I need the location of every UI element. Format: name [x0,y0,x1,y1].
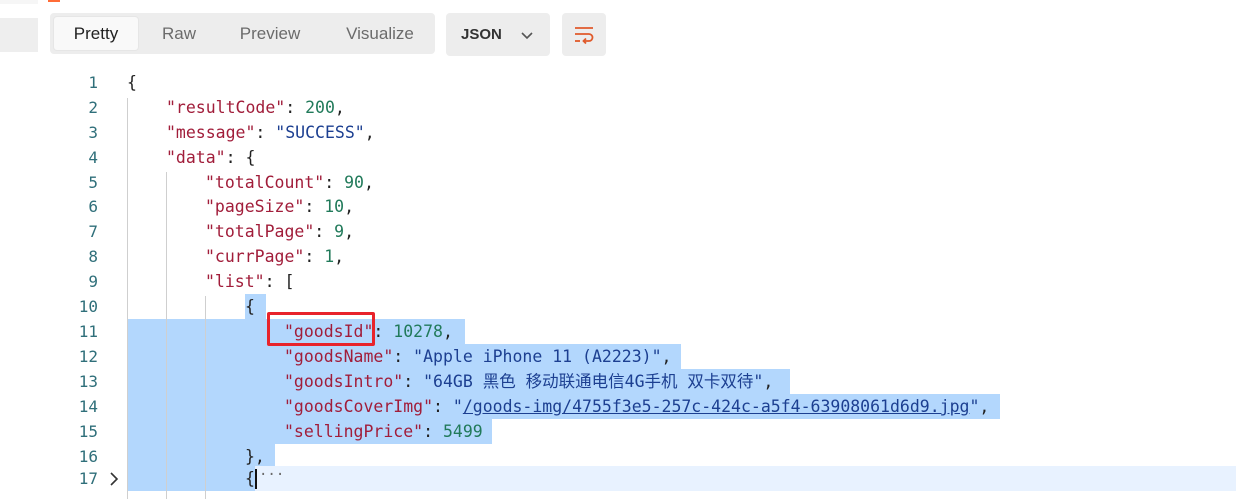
tab-pretty[interactable]: Pretty [54,17,138,50]
line-number: 15 [78,422,98,441]
json-key: "resultCode" [166,98,286,117]
annotation-box [267,312,375,346]
json-value: 200 [305,98,335,117]
line-number: 9 [88,272,98,291]
json-value: 90 [344,173,364,192]
code-text: "list": [ [205,269,294,294]
json-value: 1 [324,247,335,266]
format-select-label: JSON [461,26,502,43]
code-text: "resultCode": 200, [166,98,345,117]
line-number: 2 [88,98,98,117]
text-cursor [255,469,257,489]
json-key: "message" [166,123,256,142]
response-view-tabs: Pretty Raw Preview Visualize [50,13,435,54]
code-line: 4 "data": { [0,145,1236,170]
json-key: "totalCount" [205,173,325,192]
line-number: 12 [78,347,98,366]
json-key: "sellingPrice" [284,422,424,441]
code-text: "goodsCoverImg": "/goods-img/4755f3e5-25… [284,397,990,416]
json-key: "currPage" [205,247,305,266]
collapsed-ellipsis[interactable]: ··· [259,467,284,483]
code-editor[interactable]: 1 { 2 "resultCode": 200, 3 "message": "S… [0,70,1236,499]
json-key: "totalPage" [205,222,315,241]
code-text: "goodsName": "Apple iPhone 11 (A2223)", [284,347,672,366]
json-key: "goodsCoverImg" [284,397,434,416]
gutter-accent [0,0,38,4]
line-number: 14 [78,397,98,416]
code-text: "message": "SUCCESS", [166,123,375,142]
line-number: 11 [78,322,98,341]
tab-raw[interactable]: Raw [146,17,212,50]
json-value: 5499 [442,422,483,441]
json-key: "list" [205,272,265,291]
code-text: "data": { [166,145,255,170]
code-line: 7 "totalPage": 9, [0,219,1236,244]
line-number: 7 [88,222,98,241]
code-text: { [245,297,255,316]
json-key: "goodsIntro" [284,372,404,391]
code-text: "goodsIntro": "64GB 黑色 移动联通电信4G手机 双卡双待", [284,372,774,391]
json-key: "data" [166,148,226,167]
code-text: "currPage": 1, [205,247,345,266]
code-line: 13 "goodsIntro": "64GB 黑色 移动联通电信4G手机 双卡双… [0,369,1236,394]
code-text: { [245,469,255,488]
code-text: "pageSize": 10, [205,197,355,216]
code-text: "totalPage": 9, [205,222,355,241]
tab-visualize[interactable]: Visualize [330,17,430,50]
line-number: 8 [88,247,98,266]
punctuation: : { [225,148,256,167]
active-indicator [48,0,60,2]
tab-preview[interactable]: Preview [222,17,318,50]
format-select[interactable]: JSON [446,13,550,56]
json-value: "Apple iPhone 11 (A2223)" [413,347,662,366]
json-key: "goodsName" [284,347,394,366]
code-line: 15 "sellingPrice": 5499 [0,419,1236,444]
code-line: 3 "message": "SUCCESS", [0,120,1236,145]
punctuation: : [ [264,272,295,291]
quote: " [452,397,463,416]
code-line: 5 "totalCount": 90, [0,170,1236,195]
code-line: 11 "goodsId": 10278, [0,319,1236,344]
code-line: 6 "pageSize": 10, [0,194,1236,219]
json-value: 10 [324,197,345,216]
line-number: 17 [78,469,98,488]
line-number: 3 [88,123,98,142]
code-line: 1 { [0,70,1236,95]
chevron-right-icon[interactable] [108,472,120,486]
line-number: 10 [78,297,98,316]
code-line: 9 "list": [ [0,269,1236,294]
code-line: 17 { [0,466,1236,491]
code-text: "sellingPrice": 5499 [284,422,483,441]
code-line: 14 "goodsCoverImg": "/goods-img/4755f3e5… [0,394,1236,419]
quote: " [969,397,980,416]
code-line: 2 "resultCode": 200, [0,95,1236,120]
json-value: "SUCCESS" [275,123,365,142]
line-number: 5 [88,173,98,192]
json-value: "64GB 黑色 移动联通电信4G手机 双卡双待" [423,372,764,391]
json-key: "pageSize" [205,197,305,216]
code-text: { [127,73,137,92]
json-value: 10278 [393,322,443,341]
code-line: 8 "currPage": 1, [0,244,1236,269]
line-number: 4 [88,148,98,167]
line-number: 13 [78,372,98,391]
code-line: 12 "goodsName": "Apple iPhone 11 (A2223)… [0,344,1236,369]
chevron-down-icon [521,32,533,40]
gutter-tab[interactable] [0,18,38,52]
code-text: "totalCount": 90, [205,173,374,192]
line-number: 6 [88,197,98,216]
code-line: 10 { [0,294,1236,319]
image-url-link[interactable]: /goods-img/4755f3e5-257c-424c-a5f4-63908… [463,397,970,416]
line-number: 1 [88,73,98,92]
json-value: 9 [334,222,345,241]
wrap-lines-button[interactable] [562,13,606,56]
wrap-lines-icon [575,27,594,45]
